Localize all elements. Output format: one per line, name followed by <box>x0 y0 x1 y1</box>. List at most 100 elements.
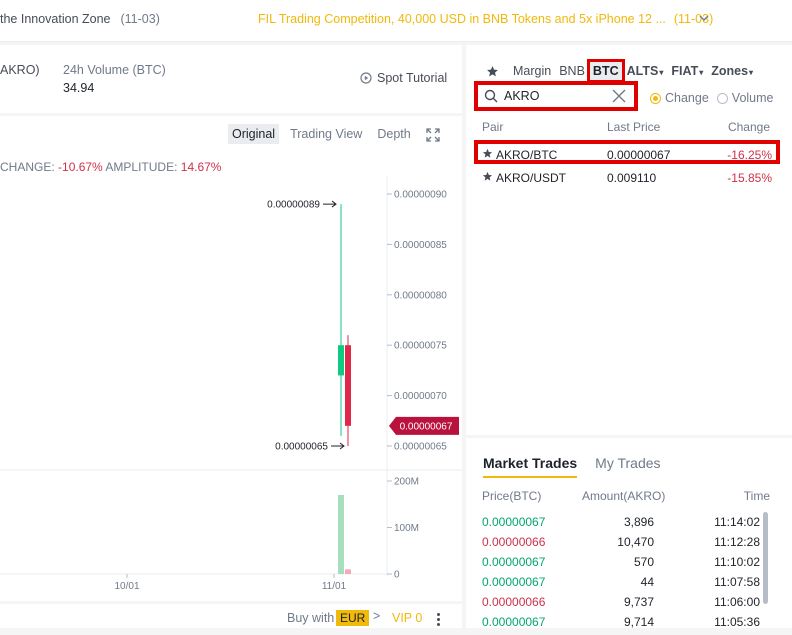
candle-body <box>338 345 344 376</box>
pair-search-input[interactable]: AKRO <box>474 81 638 111</box>
trade-amount: 44 <box>640 575 654 589</box>
category-btc[interactable]: BTC <box>586 59 625 83</box>
volume-label: 24h Volume (BTC) <box>63 63 166 77</box>
trade-time: 11:14:02 <box>714 515 760 529</box>
price-tick-label: 0.00000085 <box>394 240 447 251</box>
high-price-label: 0.00000089 <box>267 200 320 211</box>
buy-with-label: Buy with <box>287 611 335 625</box>
price-tick-label: 0.00000070 <box>394 391 447 402</box>
favorite-star-icon[interactable] <box>482 148 493 162</box>
trade-row: 0.00000066 9,737 11:06:00 <box>482 595 772 615</box>
trade-price: 0.00000067 <box>482 615 546 629</box>
announcement-left[interactable]: the Innovation Zone (11-03) <box>0 12 160 26</box>
candle-body <box>345 345 351 426</box>
trade-row: 0.00000067 9,714 11:05:36 <box>482 615 772 635</box>
announcement-right-text: FIL Trading Competition, 40,000 USD in B… <box>258 12 666 26</box>
sort-change-label: Change <box>665 91 709 105</box>
price-tick-label: 0.00000075 <box>394 341 447 352</box>
trade-amount: 10,470 <box>617 535 654 549</box>
tab-my-trades[interactable]: My Trades <box>595 455 660 478</box>
column-price: Price(BTC) <box>482 489 542 503</box>
announcement-bar: the Innovation Zone (11-03) FIL Trading C… <box>0 0 792 42</box>
category-zones[interactable]: Zones▾ <box>711 64 753 78</box>
trade-time: 11:05:36 <box>714 615 760 629</box>
market-row[interactable]: AKRO/USDT 0.009110 -15.85% <box>474 167 780 191</box>
pair-name: AKRO) <box>0 63 40 77</box>
column-pair[interactable]: Pair <box>482 120 503 134</box>
arrow-right-icon <box>323 200 337 208</box>
announcement-left-date: (11-03) <box>120 12 160 26</box>
row-last-price: 0.00000067 <box>607 148 671 162</box>
column-time: Time <box>743 489 770 503</box>
candlestick-chart[interactable]: 0.00000090 0.00000085 0.00000080 0.00000075… <box>0 116 462 601</box>
ticker-header: AKRO) 24h Volume (BTC) 34.94 Spot Tutori… <box>0 45 462 113</box>
trade-price: 0.00000067 <box>482 555 546 569</box>
last-price-label: 0.00000067 <box>400 421 453 432</box>
category-margin[interactable]: Margin <box>513 64 551 78</box>
currency-badge[interactable]: EUR <box>336 610 370 626</box>
sort-volume-option[interactable]: Volume <box>716 91 774 105</box>
volume-bar <box>338 494 344 574</box>
trade-amount: 570 <box>633 555 654 569</box>
trades-tabs: Market Trades My Trades <box>483 455 679 478</box>
trade-row: 0.00000067 3,896 11:14:02 <box>482 515 772 535</box>
low-price-label: 0.00000065 <box>275 442 328 453</box>
category-fiat-label: FIAT <box>671 64 699 78</box>
search-value: AKRO <box>504 89 540 103</box>
trade-time: 11:12:28 <box>714 535 760 549</box>
spot-tutorial-label: Spot Tutorial <box>377 71 448 85</box>
trade-price: 0.00000067 <box>482 575 546 589</box>
category-bnb[interactable]: BNB <box>559 64 585 78</box>
caret-down-icon: ▾ <box>749 68 754 77</box>
column-last-price[interactable]: Last Price <box>607 120 660 134</box>
category-fiat[interactable]: FIAT▾ <box>671 64 703 78</box>
star-icon[interactable] <box>486 65 499 78</box>
trade-price: 0.00000067 <box>482 515 546 529</box>
radio-unchecked-icon <box>716 92 728 104</box>
chevron-down-icon[interactable] <box>698 12 710 24</box>
volume-tick-label: 100M <box>394 523 419 534</box>
market-panel: Margin BNB BTC ALTS▾ FIAT▾ Zones▾ AKRO C… <box>466 45 792 435</box>
trade-amount: 9,737 <box>623 595 654 609</box>
trade-time: 11:06:00 <box>714 595 760 609</box>
trade-amount: 9,714 <box>623 615 654 629</box>
announcement-right[interactable]: FIL Trading Competition, 40,000 USD in B… <box>258 12 713 26</box>
caret-down-icon: ▾ <box>699 68 704 77</box>
favorite-star-icon[interactable] <box>482 171 493 185</box>
trade-amount: 3,896 <box>623 515 654 529</box>
trade-row: 0.00000067 570 11:10:02 <box>482 555 772 575</box>
chevron-right-icon[interactable]: > <box>373 609 380 623</box>
price-tick-label: 0.00000090 <box>394 190 447 201</box>
category-alts[interactable]: ALTS▾ <box>627 64 664 78</box>
column-change[interactable]: Change <box>728 120 770 134</box>
sort-change-option[interactable]: Change <box>650 91 709 105</box>
price-tick-label: 0.00000065 <box>394 442 447 453</box>
vip-level[interactable]: VIP 0 <box>392 611 422 625</box>
row-pair: AKRO/USDT <box>496 171 567 185</box>
row-pair: AKRO/BTC <box>496 148 558 162</box>
bottom-bar: Buy with EUR > VIP 0 <box>0 604 462 628</box>
arrow-right-icon <box>331 442 345 450</box>
category-alts-label: ALTS <box>626 64 659 78</box>
volume-tick-label: 200M <box>394 477 419 488</box>
row-last-price: 0.009110 <box>607 171 657 185</box>
volume-tick-label: 0 <box>394 570 400 581</box>
sort-toggle: Change Volume <box>650 91 782 105</box>
play-icon <box>360 72 372 84</box>
tab-market-trades[interactable]: Market Trades <box>483 455 578 478</box>
sort-volume-label: Volume <box>731 91 774 105</box>
more-vertical-icon[interactable] <box>437 613 441 628</box>
announcement-left-text: the Innovation Zone <box>0 12 111 26</box>
trades-panel: Market Trades My Trades Price(BTC) Amoun… <box>466 438 792 629</box>
column-amount: Amount(AKRO) <box>582 489 666 503</box>
market-row[interactable]: AKRO/BTC 0.00000067 -16.25% <box>474 140 780 164</box>
spot-tutorial-link[interactable]: Spot Tutorial <box>360 71 447 85</box>
scrollbar[interactable] <box>763 512 768 604</box>
x-tick-label: 10/01 <box>114 581 139 592</box>
volume-value: 34.94 <box>63 81 95 95</box>
search-icon <box>484 89 498 103</box>
trade-row: 0.00000067 44 11:07:58 <box>482 575 772 595</box>
category-zones-label: Zones <box>711 64 749 78</box>
close-icon[interactable] <box>612 89 626 103</box>
trade-price: 0.00000066 <box>482 595 546 609</box>
